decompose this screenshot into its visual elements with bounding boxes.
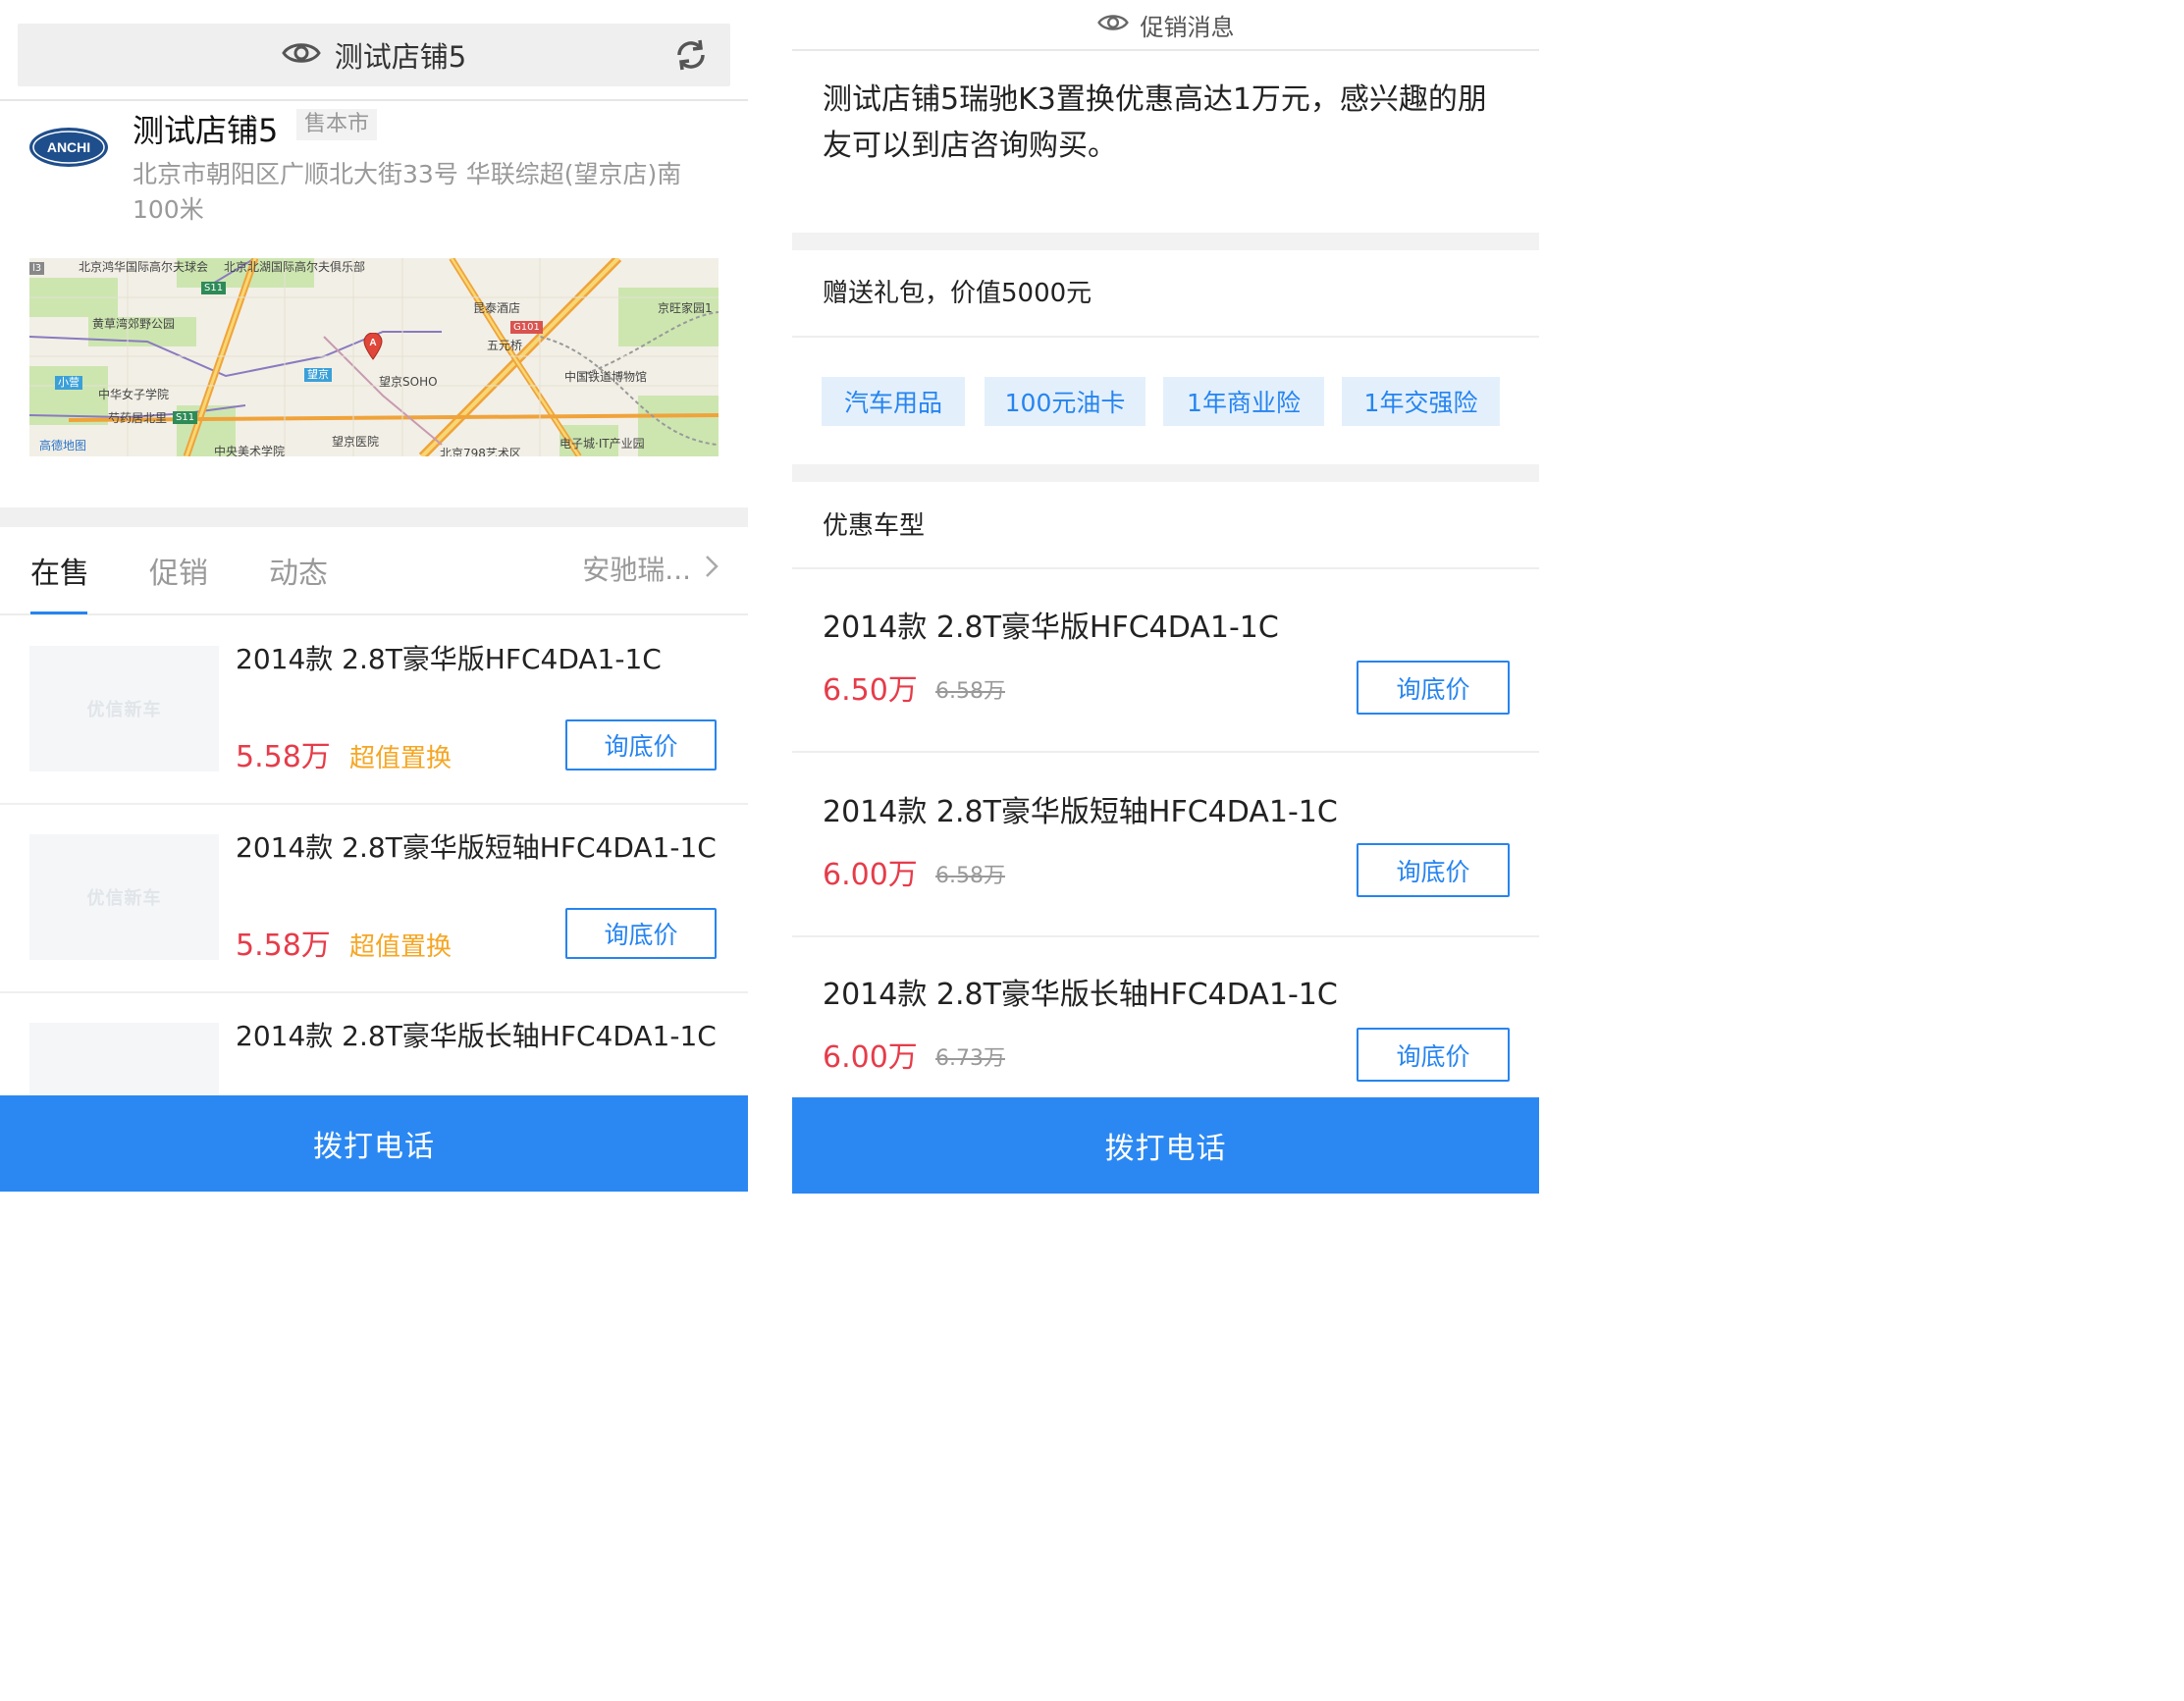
store-address: 北京市朝阳区广顺北大街33号 华联综超(望京店)南100米 [133,160,682,224]
store-detail-panel: 测试店铺5 ANCHI 测试店铺5 售本市 北京市朝阳区广顺北大街33号 华联综… [0,0,748,1194]
section-separator [0,507,748,527]
car-promo-label: 超值置换 [349,744,453,773]
eye-icon [281,40,321,70]
svg-text:A: A [369,338,376,348]
call-phone-button[interactable]: 拨打电话 [792,1097,1539,1194]
ask-price-button[interactable]: 询底价 [1357,661,1510,715]
map-label: 望京SOHO [379,375,438,389]
car-thumbnail: 优信新车 [29,834,219,960]
page-title: 测试店铺5 [334,40,467,74]
map-label: 中国铁道博物馆 [564,370,648,384]
tab-news[interactable]: 动态 [269,549,328,592]
car-thumbnail: 优信新车 [29,646,219,771]
map-label: 望京 [304,368,332,382]
list-item[interactable]: 2014款 2.8T豪华版长轴HFC4DA1-1C 6.00万 6.73万 询底… [792,936,1539,1120]
tab-promotion[interactable]: 促销 [149,549,208,592]
gift-pack-title: 赠送礼包，价值5000元 [823,279,1092,308]
model-title: 2014款 2.8T豪华版长轴HFC4DA1-1C [823,978,1338,1012]
gift-tag: 1年商业险 [1163,377,1324,426]
ask-price-button[interactable]: 询底价 [1357,1028,1510,1082]
panel-gap [748,0,792,1194]
car-price: 5.58万 [236,740,331,774]
section-separator [792,233,1539,250]
model-original-price: 6.58万 [935,679,1005,704]
list-item[interactable]: 2014款 2.8T豪华版短轴HFC4DA1-1C 6.00万 6.58万 询底… [792,754,1539,937]
divider [792,336,1539,338]
thumbnail-watermark: 优信新车 [86,700,162,720]
map-label: 小营 [55,376,82,390]
map-label: 中央美术学院 [214,445,286,456]
gift-tag: 汽车用品 [822,377,965,426]
thumbnail-watermark: 优信新车 [86,888,162,909]
model-original-price: 6.73万 [935,1046,1005,1071]
store-logo: ANCHI [27,124,110,171]
map-road-badge: G101 [510,321,543,334]
car-title: 2014款 2.8T豪华版HFC4DA1-1C [236,643,662,675]
map-label: 电子城·IT产业园 [559,437,645,451]
svg-text:ANCHI: ANCHI [47,139,90,155]
map-road-badge: l3 [29,262,45,275]
store-region-badge: 售本市 [296,109,378,140]
list-item[interactable]: 优信新车 2014款 2.8T豪华版HFC4DA1-1C 5.58万 超值置换 … [0,616,748,805]
car-promo-label: 超值置换 [349,932,453,962]
ask-price-button[interactable]: 询底价 [1357,843,1510,897]
model-price: 6.00万 [823,858,918,892]
promotion-message: 测试店铺5瑞驰K3置换优惠高达1万元，感兴趣的朋友可以到店咨询购买。 [823,82,1487,163]
map-label: 昆泰酒店 [473,301,521,315]
tab-more-label: 安驰瑞... [582,554,691,586]
call-phone-button[interactable]: 拨打电话 [0,1095,748,1192]
store-name: 测试店铺5 [133,112,279,149]
map-label: 北京北湖国际高尔夫俱乐部 [224,260,366,274]
chevron-right-icon [705,553,719,585]
promotion-detail-panel: 促销消息 测试店铺5瑞驰K3置换优惠高达1万元，感兴趣的朋友可以到店咨询购买。 … [792,0,1539,1194]
model-original-price: 6.58万 [935,864,1005,888]
map-road-badge: S11 [173,411,198,424]
model-price: 6.50万 [823,673,918,708]
gift-tag: 1年交强险 [1342,377,1500,426]
map-label: 北京鸿华国际高尔夫球会 [79,260,209,274]
map-label: 京旺家园1 [658,301,713,315]
ask-price-button[interactable]: 询底价 [565,908,717,959]
refresh-icon[interactable] [673,37,709,73]
section-separator [792,464,1539,482]
tab-more-brand[interactable]: 安驰瑞... [582,549,719,588]
map-label: 五元桥 [487,339,523,352]
map-label: 中华女子学院 [98,388,170,401]
divider [0,99,748,101]
model-title: 2014款 2.8T豪华版短轴HFC4DA1-1C [823,795,1338,829]
discount-models-title: 优惠车型 [823,511,926,541]
list-item[interactable]: 2014款 2.8T豪华版HFC4DA1-1C 6.50万 6.58万 询底价 [792,569,1539,753]
tab-bar: 在售 促销 动态 安驰瑞... [0,527,748,615]
map-label: 芍药居北里 [108,411,168,425]
eye-icon [1096,12,1129,37]
gift-tag: 100元油卡 [985,377,1145,426]
map-label: 北京798艺术区 [440,447,521,456]
divider [792,751,1539,753]
car-title: 2014款 2.8T豪华版长轴HFC4DA1-1C [236,1020,717,1052]
model-price: 6.00万 [823,1040,918,1075]
map-provider-logo: 高德地图 [39,439,87,452]
car-price: 5.58万 [236,929,331,963]
model-title: 2014款 2.8T豪华版HFC4DA1-1C [823,611,1279,645]
ask-price-button[interactable]: 询底价 [565,719,717,771]
map-road-badge: S11 [201,282,227,294]
tab-on-sale[interactable]: 在售 [30,549,89,592]
page-title: 促销消息 [1140,13,1235,41]
active-tab-indicator [30,611,87,614]
list-item[interactable]: 优信新车 2014款 2.8T豪华版短轴HFC4DA1-1C 5.58万 超值置… [0,805,748,993]
map-label: 黄草湾郊野公园 [92,317,176,331]
promotion-header: 促销消息 [792,0,1539,51]
store-title-bar: 测试店铺5 [18,24,730,86]
map-label: 望京医院 [332,435,380,449]
car-title: 2014款 2.8T豪华版短轴HFC4DA1-1C [236,831,717,864]
store-location-map[interactable]: A 北京鸿华国际高尔夫球会 北京北湖国际高尔夫俱乐部 黄草湾郊野公园 昆泰酒店 … [29,258,719,456]
